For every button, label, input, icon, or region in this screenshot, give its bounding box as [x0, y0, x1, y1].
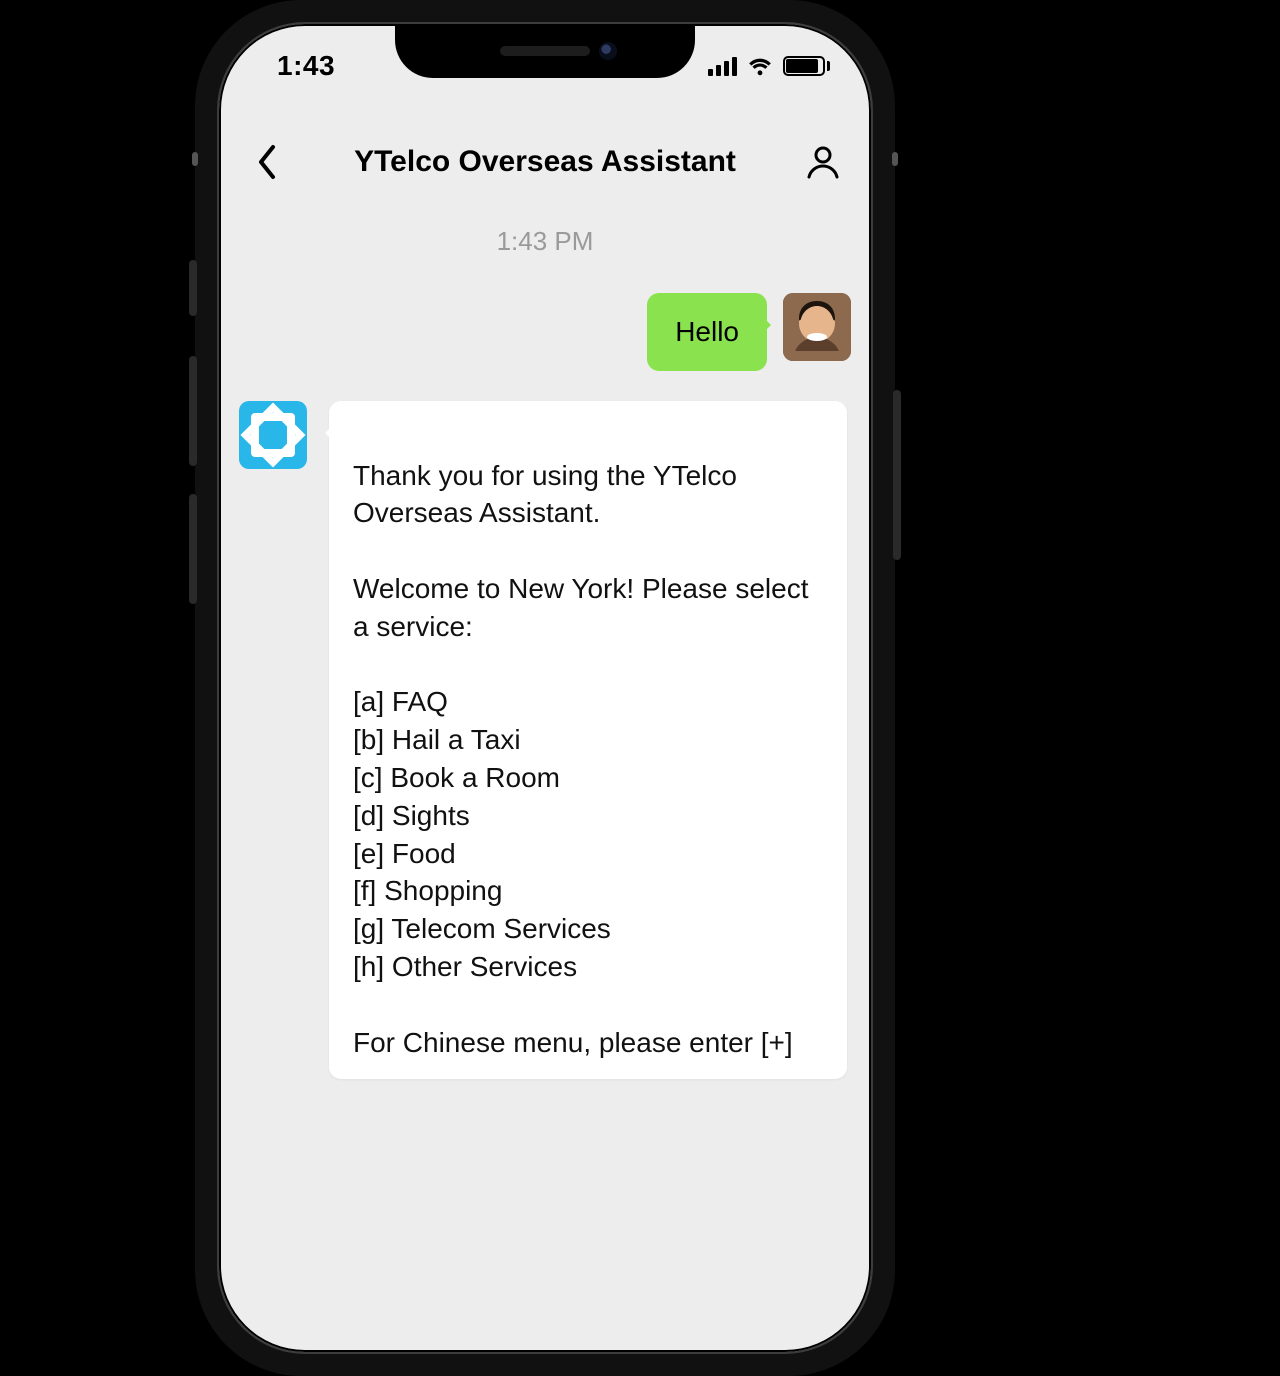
front-camera: [599, 42, 617, 60]
notch: [395, 24, 695, 78]
page-title: YTelco Overseas Assistant: [354, 145, 736, 179]
bot-message-text: Thank you for using the YTelco Overseas …: [353, 460, 808, 1058]
nav-header: YTelco Overseas Assistant: [219, 120, 871, 204]
cellular-signal-icon: [708, 56, 737, 76]
user-message-text: Hello: [675, 316, 739, 347]
phone-frame: 1:43: [195, 0, 895, 1376]
person-icon: [805, 144, 841, 180]
profile-button[interactable]: [801, 140, 845, 184]
chat-area[interactable]: 1:43 PM Hello: [219, 208, 871, 1352]
edge-accent: [892, 152, 898, 166]
message-row-bot: Thank you for using the YTelco Overseas …: [239, 401, 851, 1080]
battery-icon: [783, 56, 825, 76]
back-button[interactable]: [245, 140, 289, 184]
bot-avatar[interactable]: [239, 401, 307, 469]
user-avatar[interactable]: [783, 293, 851, 361]
speaker-grille: [500, 46, 590, 56]
volume-down-button: [189, 494, 197, 604]
user-message-bubble[interactable]: Hello: [647, 293, 767, 371]
edge-accent: [192, 152, 198, 166]
status-time: 1:43: [277, 50, 335, 82]
phone-screen: 1:43: [219, 24, 871, 1352]
volume-up-button: [189, 356, 197, 466]
chevron-left-icon: [256, 144, 278, 180]
power-button: [893, 390, 901, 560]
mute-switch: [189, 260, 197, 316]
chat-timestamp: 1:43 PM: [239, 226, 851, 257]
message-row-user: Hello: [239, 293, 851, 371]
wifi-icon: [747, 56, 773, 76]
bot-message-bubble[interactable]: Thank you for using the YTelco Overseas …: [329, 401, 847, 1080]
